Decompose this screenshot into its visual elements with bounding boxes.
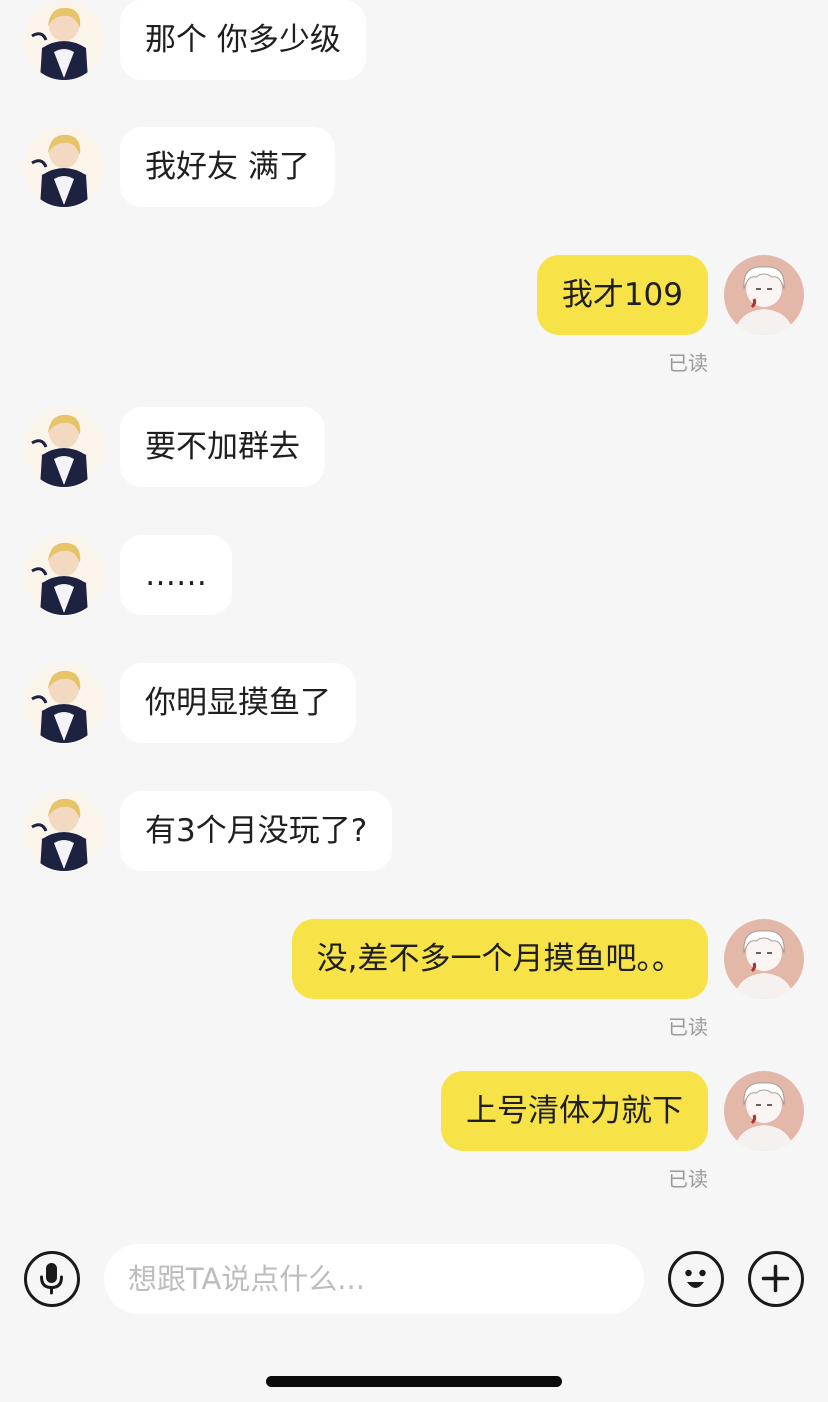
outgoing-message-bubble[interactable]: 没,差不多一个月摸鱼吧。。 — [291, 919, 708, 999]
incoming-message-bubble[interactable]: 有3个月没玩了? — [120, 791, 393, 871]
smiley-icon — [685, 1269, 706, 1288]
incoming-message-bubble[interactable]: 我好友 满了 — [120, 127, 335, 207]
user-avatar[interactable] — [724, 919, 804, 999]
voice-input-button[interactable] — [24, 1251, 80, 1307]
incoming-message-bubble[interactable]: 你明显摸鱼了 — [120, 663, 356, 743]
contact-avatar[interactable] — [24, 127, 104, 207]
contact-avatar[interactable] — [24, 791, 104, 871]
more-options-button[interactable] — [748, 1251, 804, 1307]
user-avatar[interactable] — [724, 255, 804, 335]
contact-avatar[interactable] — [24, 535, 104, 615]
chat-message-list[interactable]: 那个 你多少级 我好友 满了 我才109 已读 要不加群去 …… 你明显摸鱼了 … — [0, 0, 828, 1220]
incoming-message-bubble[interactable]: …… — [120, 535, 232, 615]
incoming-message-bubble[interactable]: 那个 你多少级 — [120, 0, 366, 80]
home-indicator[interactable] — [266, 1376, 562, 1387]
outgoing-message-bubble[interactable]: 上号清体力就下 — [441, 1071, 708, 1151]
contact-avatar[interactable] — [24, 407, 104, 487]
read-receipt: 已读 — [668, 1167, 708, 1191]
user-avatar[interactable] — [724, 1071, 804, 1151]
microphone-icon — [40, 1263, 63, 1295]
read-receipt: 已读 — [668, 1015, 708, 1039]
contact-avatar[interactable] — [24, 663, 104, 743]
plus-icon — [761, 1264, 790, 1293]
message-text-input[interactable] — [104, 1244, 644, 1314]
read-receipt: 已读 — [668, 351, 708, 375]
outgoing-message-bubble[interactable]: 我才109 — [536, 255, 708, 335]
incoming-message-bubble[interactable]: 要不加群去 — [120, 407, 325, 487]
contact-avatar[interactable] — [24, 0, 104, 80]
emoji-button[interactable] — [668, 1251, 724, 1307]
message-input-bar — [0, 1238, 828, 1322]
